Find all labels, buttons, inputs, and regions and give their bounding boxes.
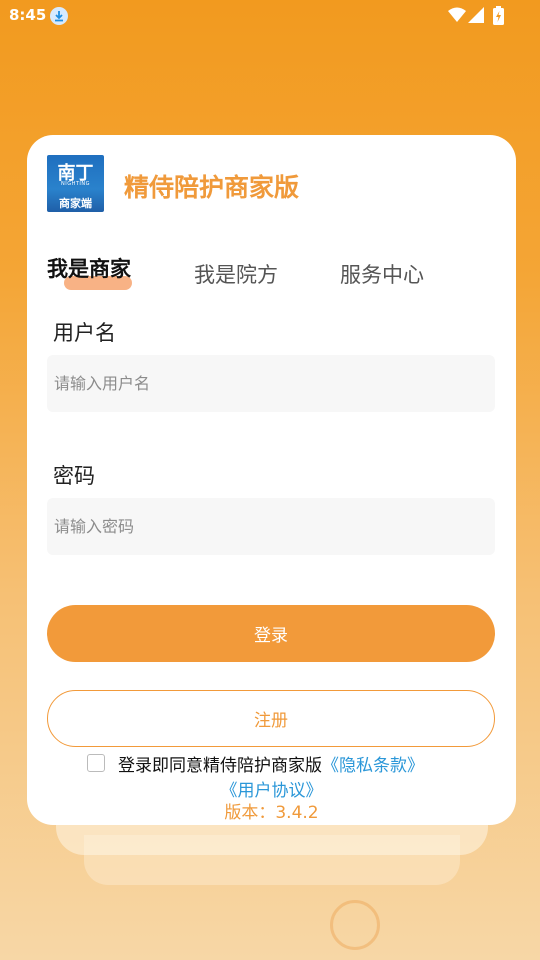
wifi-icon — [448, 7, 466, 22]
version-label: 版本：3.4.2 — [224, 803, 319, 823]
register-button[interactable]: 注册 — [47, 690, 495, 747]
logo-subtext: NIGHTING — [61, 181, 90, 187]
battery-icon — [493, 6, 504, 25]
signal-icon — [468, 7, 484, 23]
tab-hospital[interactable]: 我是院方 — [194, 259, 278, 289]
logo-tag: 商家端 — [59, 197, 92, 210]
download-icon — [50, 7, 68, 25]
status-time: 8:45 — [9, 6, 47, 24]
tab-merchant[interactable]: 我是商家 — [47, 253, 131, 283]
login-card: 南丁 NIGHTING 商家端 精侍陪护商家版 我是商家 我是院方 服务中心 用… — [27, 135, 516, 825]
app-logo: 南丁 NIGHTING 商家端 — [47, 155, 104, 212]
app-title: 精侍陪护商家版 — [124, 173, 300, 202]
status-bar: 8:45 — [0, 0, 540, 32]
privacy-policy-link[interactable]: 《隐私条款》 — [322, 751, 424, 776]
tab-service-center[interactable]: 服务中心 — [340, 259, 424, 289]
background-decoration — [84, 835, 460, 885]
username-label: 用户名 — [53, 321, 116, 345]
background-decoration — [330, 900, 380, 950]
agreement-text: 登录即同意精侍陪护商家版 — [118, 755, 322, 776]
password-label: 密码 — [53, 464, 95, 488]
password-input[interactable] — [47, 498, 495, 555]
agreement-row: 登录即同意精侍陪护商家版 《隐私条款》 — [87, 751, 424, 776]
login-button[interactable]: 登录 — [47, 605, 495, 662]
agreement-checkbox[interactable] — [87, 754, 105, 772]
username-input[interactable] — [47, 355, 495, 412]
